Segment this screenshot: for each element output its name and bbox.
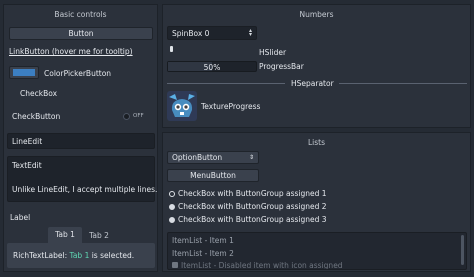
label: Label bbox=[10, 213, 31, 222]
tab-bar: Tab 1 Tab 2 bbox=[48, 227, 118, 243]
check-button-label: CheckButton bbox=[12, 112, 61, 121]
radio-item-3[interactable]: CheckBox with ButtonGroup assigned 3 bbox=[169, 215, 409, 225]
numbers-panel: Numbers SpinBox 0 ▴ ▾ HSlider 50% Progres… bbox=[162, 4, 471, 128]
radio-checked-icon bbox=[169, 204, 175, 210]
spinbox-arrows-icon[interactable]: ▴ ▾ bbox=[249, 28, 252, 38]
rich-text-label: RichTextLabel: Tab 1 is selected. bbox=[13, 251, 135, 260]
tab-container: RichTextLabel: Tab 1 is selected. bbox=[7, 243, 155, 268]
progressbar-label: ProgressBar bbox=[259, 62, 304, 71]
hseparator-label: HSeparator bbox=[291, 79, 334, 88]
text-edit[interactable]: TextEdit Unlike LineEdit, I accept multi… bbox=[7, 156, 158, 202]
numbers-title: Numbers bbox=[299, 10, 334, 19]
hslider[interactable] bbox=[167, 45, 247, 55]
separator-line-right bbox=[339, 83, 467, 84]
slider-grabber-icon[interactable] bbox=[170, 46, 173, 52]
color-picker-label: ColorPickerButton bbox=[44, 69, 112, 78]
button[interactable]: Button bbox=[9, 27, 153, 40]
rich-text-highlight: Tab 1 bbox=[69, 251, 90, 260]
text-edit-line-2: Unlike LineEdit, I accept multiple lines… bbox=[12, 185, 158, 194]
lists-panel: Lists OptionButton ⇕ MenuButton CheckBox… bbox=[162, 132, 471, 272]
color-swatch bbox=[13, 69, 35, 76]
hseparator: HSeparator bbox=[167, 79, 467, 89]
texture-progress-label: TextureProgress bbox=[201, 102, 261, 111]
check-button-toggle[interactable]: OFF bbox=[123, 112, 151, 121]
list-item-disabled: ItemList - Disabled item with icon assig… bbox=[172, 261, 412, 269]
separator-line-left bbox=[167, 83, 285, 84]
basic-controls-panel: Basic controls Button LinkButton (hover … bbox=[3, 4, 158, 272]
text-edit-line-1: TextEdit bbox=[12, 161, 42, 170]
option-arrows-icon: ⇕ bbox=[248, 154, 254, 161]
godot-robot-icon bbox=[167, 91, 197, 121]
tab-2[interactable]: Tab 2 bbox=[82, 228, 116, 243]
radio-item-2[interactable]: CheckBox with ButtonGroup assigned 2 bbox=[169, 202, 409, 212]
option-button[interactable]: OptionButton ⇕ bbox=[167, 151, 259, 164]
item-list[interactable]: ItemList - Item 1 ItemList - Item 2 Item… bbox=[167, 232, 467, 270]
tab-1[interactable]: Tab 1 bbox=[48, 227, 82, 243]
progress-value-text: 50% bbox=[203, 63, 221, 72]
radio-item-1[interactable]: CheckBox with ButtonGroup assigned 1 bbox=[169, 189, 409, 199]
list-item[interactable]: ItemList - Item 1 bbox=[172, 236, 234, 245]
lists-title: Lists bbox=[307, 138, 326, 147]
item-list-scrollbar[interactable] bbox=[461, 235, 464, 265]
menu-button[interactable]: MenuButton bbox=[167, 169, 259, 182]
line-edit[interactable]: LineEdit bbox=[7, 133, 155, 149]
color-picker-button[interactable] bbox=[9, 66, 39, 79]
spinbox[interactable]: SpinBox 0 ▴ ▾ bbox=[167, 26, 257, 40]
radio-checked-icon bbox=[169, 217, 175, 223]
item-icon bbox=[172, 262, 178, 268]
radio-unchecked-icon bbox=[169, 191, 175, 197]
basic-controls-title: Basic controls bbox=[54, 10, 107, 19]
toggle-state-text: OFF bbox=[133, 113, 144, 119]
list-item[interactable]: ItemList - Item 2 bbox=[172, 249, 234, 258]
checkbox[interactable]: CheckBox bbox=[20, 89, 57, 98]
toggle-knob-icon bbox=[123, 113, 130, 120]
texture-progress bbox=[167, 91, 197, 121]
hslider-label: HSlider bbox=[259, 48, 287, 57]
link-button[interactable]: LinkButton (hover me for tooltip) bbox=[9, 47, 133, 56]
progress-bar: 50% bbox=[167, 61, 257, 72]
